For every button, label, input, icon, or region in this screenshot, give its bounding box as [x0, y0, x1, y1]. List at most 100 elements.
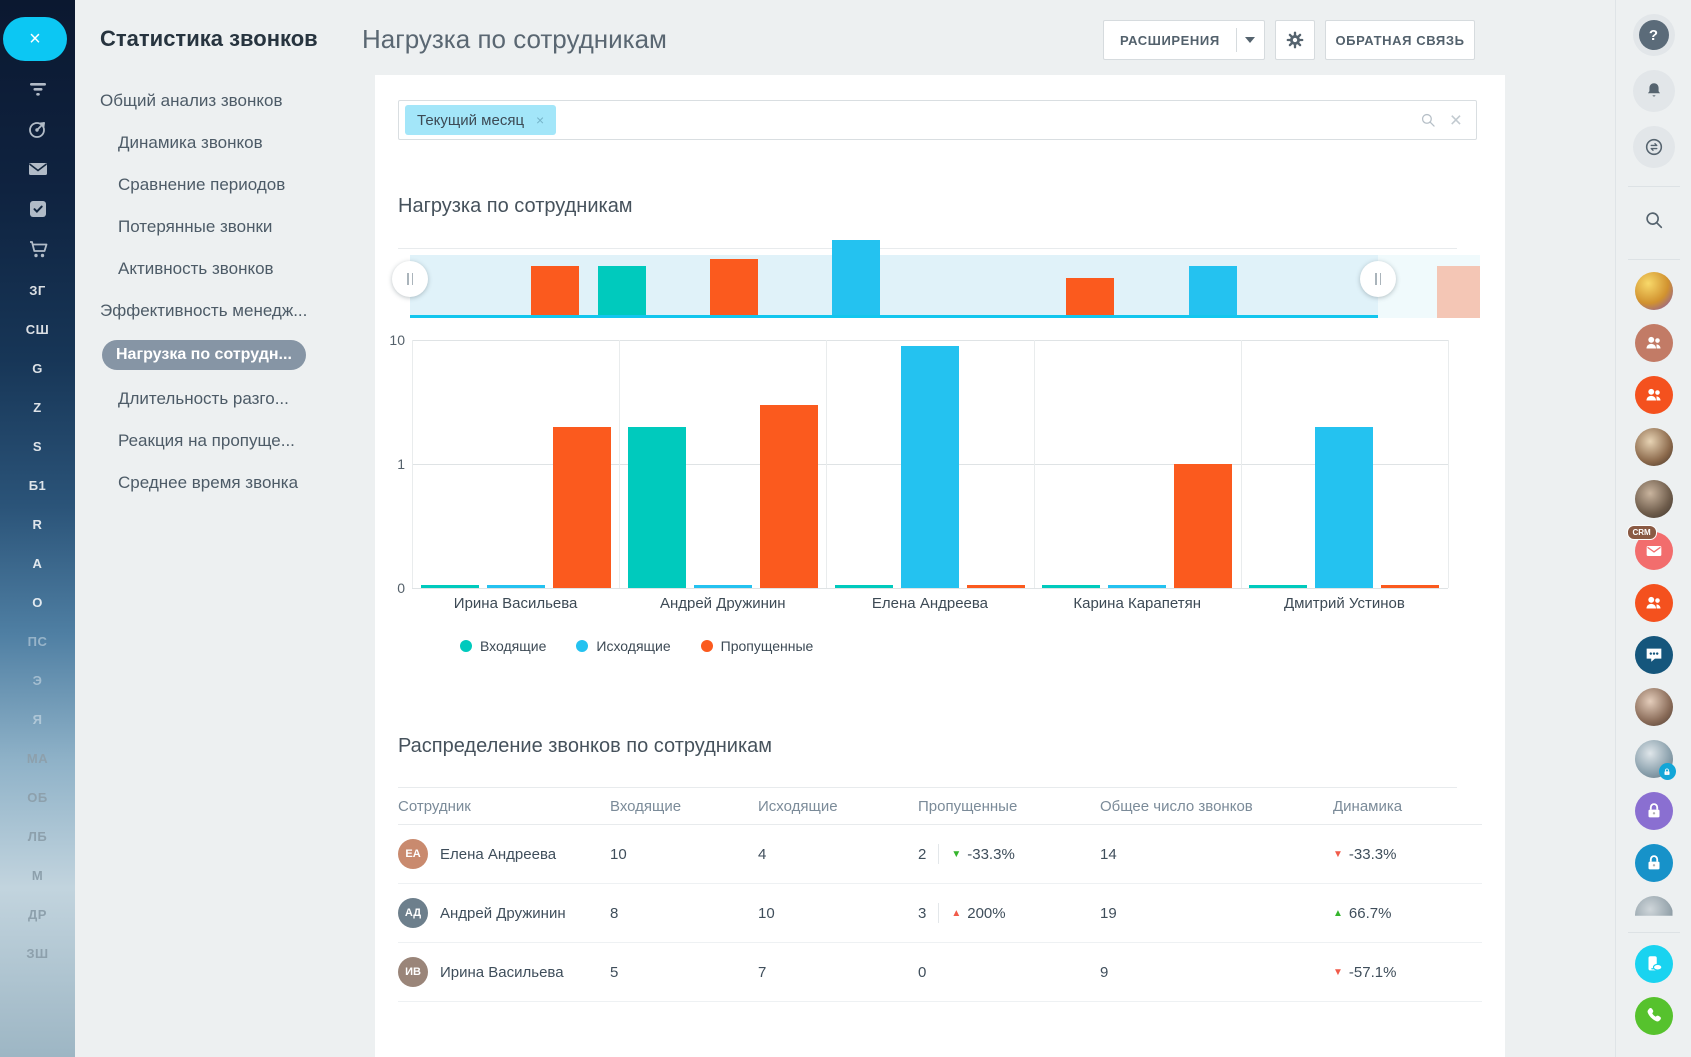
account-shortcut[interactable]: СШ — [0, 310, 75, 349]
sidebar-item[interactable]: Длительность разго... — [118, 386, 360, 412]
tasks-icon[interactable] — [26, 197, 50, 221]
mobile-cloud-channel[interactable] — [1635, 945, 1673, 983]
group-chat-channel[interactable] — [1635, 636, 1673, 674]
bar-Входящие[interactable] — [1042, 585, 1100, 588]
locked-channel-purple[interactable] — [1635, 792, 1673, 830]
account-shortcut[interactable]: G — [0, 349, 75, 388]
avatar: ИВ — [398, 957, 428, 987]
chat-sync-button[interactable] — [1633, 126, 1675, 168]
filter-input[interactable]: Текущий месяц × × — [398, 100, 1477, 140]
bar-Пропущенные[interactable] — [1174, 464, 1232, 588]
group-channel-red-2[interactable] — [1635, 584, 1673, 622]
sidebar-item[interactable]: Общий анализ звонков — [100, 88, 360, 114]
sidebar-item[interactable]: Динамика звонков — [118, 130, 360, 156]
gridline — [412, 340, 413, 588]
bar-Входящие[interactable] — [835, 585, 893, 588]
missed-value: 3 — [918, 905, 926, 922]
legend-item[interactable]: Пропущенные — [701, 638, 814, 654]
extensions-dropdown[interactable] — [1237, 37, 1264, 43]
purchases-cart-icon[interactable] — [26, 237, 50, 261]
bar-Исходящие[interactable] — [487, 585, 545, 588]
legend-label: Пропущенные — [721, 638, 814, 654]
office-avatar-locked[interactable] — [1635, 740, 1673, 778]
filter-tag[interactable]: Текущий месяц × — [405, 105, 556, 135]
table-row[interactable]: ИВИрина Васильева5709▼-57.1% — [398, 943, 1482, 1002]
sidebar-item[interactable]: Реакция на пропуще... — [118, 428, 360, 454]
feedback-label: ОБРАТНАЯ СВЯЗЬ — [1335, 33, 1464, 48]
sidebar-item[interactable]: Среднее время звонка — [118, 470, 360, 496]
rail-divider — [1628, 932, 1680, 933]
filter-tag-remove-icon[interactable]: × — [536, 112, 544, 128]
account-shortcut[interactable]: Э — [0, 661, 75, 700]
account-shortcut[interactable]: ПС — [0, 622, 75, 661]
account-shortcut[interactable]: Z — [0, 388, 75, 427]
right-rail: ? CRM — [1615, 0, 1691, 1057]
bar-Пропущенные[interactable] — [1381, 585, 1439, 588]
missed-cell: 0 — [918, 964, 1100, 981]
account-shortcut[interactable]: ДР — [0, 895, 75, 934]
account-shortcut[interactable]: ОБ — [0, 778, 75, 817]
content-card: Текущий месяц × × Нагрузка по сотрудника… — [375, 75, 1505, 1057]
account-shortcut[interactable]: A — [0, 544, 75, 583]
bar-Исходящие[interactable] — [1108, 585, 1166, 588]
trend-up-icon: ▲ — [951, 908, 961, 919]
table-row[interactable]: АДАндрей Дружинин8103▲200%19▲66.7% — [398, 884, 1482, 943]
search-button[interactable] — [1633, 199, 1675, 241]
legend-item[interactable]: Исходящие — [576, 638, 670, 654]
account-shortcut[interactable]: О — [0, 583, 75, 622]
bar-Пропущенные[interactable] — [967, 585, 1025, 588]
phone-channel[interactable] — [1635, 997, 1673, 1035]
user-avatar-3[interactable] — [1635, 480, 1673, 518]
bar-Исходящие[interactable] — [694, 585, 752, 588]
sidebar-item[interactable]: Сравнение периодов — [118, 172, 360, 198]
brush-handle-left[interactable] — [392, 261, 428, 297]
account-shortcut[interactable]: S — [0, 427, 75, 466]
legend-item[interactable]: Входящие — [460, 638, 546, 654]
feedback-button[interactable]: ОБРАТНАЯ СВЯЗЬ — [1325, 20, 1475, 60]
account-shortcut[interactable]: М — [0, 856, 75, 895]
gear-icon — [1285, 30, 1305, 50]
extensions-button[interactable]: РАСШИРЕНИЯ — [1103, 20, 1265, 60]
bar-Исходящие[interactable] — [1315, 427, 1373, 588]
crm-mail-channel[interactable]: CRM — [1635, 532, 1673, 570]
clear-filter-icon[interactable]: × — [1450, 111, 1462, 130]
sidebar-item[interactable]: Эффективность менедж... — [100, 298, 360, 324]
table-row[interactable]: ЕАЕлена Андреева1042▼-33.3%14▼-33.3% — [398, 825, 1482, 884]
x-axis-label: Дмитрий Устинов — [1241, 595, 1448, 612]
user-avatar-2[interactable] — [1635, 428, 1673, 466]
goals-icon[interactable] — [26, 117, 50, 141]
locked-channel-blue[interactable] — [1635, 844, 1673, 882]
settings-button[interactable] — [1275, 20, 1315, 60]
account-shortcut[interactable]: R — [0, 505, 75, 544]
user-avatar-5[interactable] — [1635, 896, 1673, 934]
sidebar-item[interactable]: Нагрузка по сотрудн... — [102, 340, 306, 370]
bar-Пропущенные[interactable] — [553, 427, 611, 588]
bar-Входящие[interactable] — [1249, 585, 1307, 588]
user-avatar-1[interactable] — [1635, 272, 1673, 310]
bar-Пропущенные[interactable] — [760, 405, 818, 588]
lock-badge-icon — [1659, 763, 1676, 780]
filter-icon[interactable] — [26, 77, 50, 101]
help-button[interactable]: ? — [1633, 14, 1675, 56]
bar-Входящие[interactable] — [628, 427, 686, 588]
account-shortcut[interactable]: Б1 — [0, 466, 75, 505]
bar-Входящие[interactable] — [421, 585, 479, 588]
sidebar-item[interactable]: Потерянные звонки — [118, 214, 360, 240]
account-shortcut[interactable]: ЛБ — [0, 817, 75, 856]
notifications-button[interactable] — [1633, 70, 1675, 112]
mail-icon[interactable] — [26, 157, 50, 181]
account-shortcut[interactable]: ЗГ — [0, 271, 75, 310]
chat-people-icon — [1643, 644, 1665, 666]
sidebar-item[interactable]: Активность звонков — [118, 256, 360, 282]
y-axis-tick: 10 — [389, 332, 405, 348]
user-avatar-4[interactable] — [1635, 688, 1673, 726]
account-shortcut[interactable]: Я — [0, 700, 75, 739]
search-icon[interactable] — [1419, 111, 1438, 130]
chart-minimap[interactable] — [410, 238, 1480, 318]
group-channel-salmon[interactable] — [1635, 324, 1673, 362]
account-shortcut[interactable]: ЗШ — [0, 934, 75, 973]
close-button[interactable]: × — [3, 17, 67, 61]
bar-Исходящие[interactable] — [901, 346, 959, 588]
group-channel-red[interactable] — [1635, 376, 1673, 414]
account-shortcut[interactable]: МА — [0, 739, 75, 778]
